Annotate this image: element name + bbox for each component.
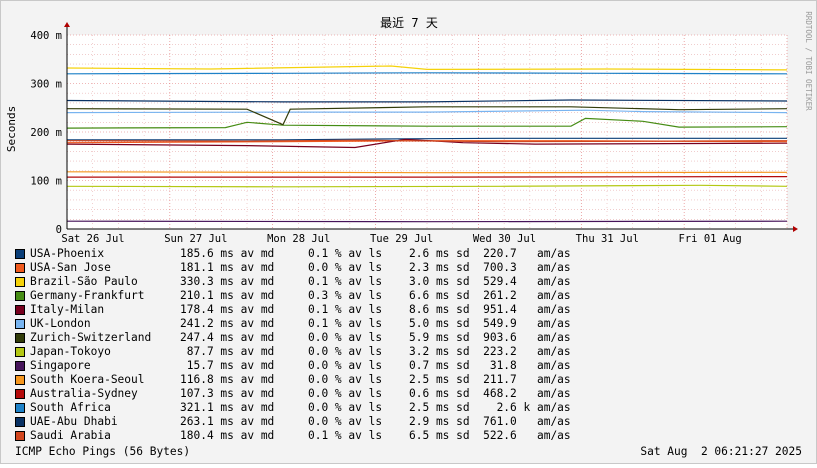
legend-swatch bbox=[15, 263, 25, 273]
legend-series-stats: 178.4 ms av md 0.1 % av ls 8.6 ms sd 951… bbox=[180, 303, 571, 316]
legend-series-name: Saudi Arabia bbox=[30, 429, 111, 442]
legend-row: Brazil-São Paulo 330.3 ms av md 0.1 % av … bbox=[15, 275, 571, 289]
legend-series-stats: 330.3 ms av md 0.1 % av ls 3.0 ms sd 529… bbox=[180, 275, 571, 288]
legend-series-stats: 180.4 ms av md 0.1 % av ls 6.5 ms sd 522… bbox=[180, 429, 571, 442]
legend-row: UAE-Abu Dhabi 263.1 ms av md 0.0 % av ls … bbox=[15, 415, 571, 429]
x-tick-label: Mon 28 Jul bbox=[267, 233, 330, 245]
legend-swatch bbox=[15, 375, 25, 385]
series-line-8 bbox=[66, 220, 788, 223]
legend-row: USA-Phoenix 185.6 ms av md 0.1 % av ls 2.… bbox=[15, 247, 571, 261]
legend-series-name: Japan-Tokoyo bbox=[30, 345, 111, 358]
x-tick-label: Wed 30 Jul bbox=[473, 233, 536, 245]
legend-row: Italy-Milan 178.4 ms av md 0.1 % av ls 8.… bbox=[15, 303, 571, 317]
legend-row: Saudi Arabia 180.4 ms av md 0.1 % av ls 6… bbox=[15, 429, 571, 443]
x-tick-label: Fri 01 Aug bbox=[679, 233, 742, 245]
legend-series-stats: 241.2 ms av md 0.1 % av ls 5.0 ms sd 549… bbox=[180, 317, 571, 330]
grid bbox=[66, 34, 788, 229]
x-tick-label: Tue 29 Jul bbox=[370, 233, 433, 245]
legend-swatch bbox=[15, 277, 25, 287]
series-line-10 bbox=[67, 176, 788, 178]
legend-series-stats: 116.8 ms av md 0.0 % av ls 2.5 ms sd 211… bbox=[180, 373, 571, 386]
legend-swatch bbox=[15, 361, 25, 371]
x-tick-label: Thu 31 Jul bbox=[576, 233, 639, 245]
y-axis-label: Seconds bbox=[5, 106, 18, 152]
legend-row: Zurich-Switzerland 247.4 ms av md 0.0 % a… bbox=[15, 331, 571, 345]
graph-frame: 最近 7 天 Seconds RRDTOOL / TOBI OETIKER 01… bbox=[0, 0, 817, 464]
legend-swatch bbox=[15, 333, 25, 343]
legend-series-stats: 321.1 ms av md 0.0 % av ls 2.5 ms sd 2.6… bbox=[180, 401, 571, 414]
legend-swatch bbox=[15, 389, 25, 399]
legend-series-name: Brazil-São Paulo bbox=[30, 275, 138, 288]
legend-swatch bbox=[15, 249, 25, 259]
legend-row: South Africa 321.1 ms av md 0.0 % av ls 2… bbox=[15, 401, 571, 415]
legend-series-name: Germany-Frankfurt bbox=[30, 289, 145, 302]
chart-title: 最近 7 天 bbox=[380, 16, 438, 30]
legend-series-stats: 247.4 ms av md 0.0 % av ls 5.9 ms sd 903… bbox=[180, 331, 571, 344]
rrdtool-watermark: RRDTOOL / TOBI OETIKER bbox=[804, 11, 813, 111]
legend-row: Japan-Tokoyo 87.7 ms av md 0.0 % av ls 3… bbox=[15, 345, 571, 359]
legend-series-name: USA-Phoenix bbox=[30, 247, 105, 260]
legend-series-name: USA-San Jose bbox=[30, 261, 111, 274]
legend-swatch bbox=[15, 403, 25, 413]
legend-row: Germany-Frankfurt 210.1 ms av md 0.3 % av… bbox=[15, 289, 571, 303]
legend-swatch bbox=[15, 347, 25, 357]
legend-series-stats: 210.1 ms av md 0.3 % av ls 6.6 ms sd 261… bbox=[180, 289, 571, 302]
legend-series-stats: 185.6 ms av md 0.1 % av ls 2.6 ms sd 220… bbox=[180, 247, 571, 260]
legend-row: UK-London 241.2 ms av md 0.1 % av ls 5.0 … bbox=[15, 317, 571, 331]
x-axis-arrow bbox=[793, 226, 798, 232]
footer-description: ICMP Echo Pings (56 Bytes) bbox=[15, 445, 191, 458]
legend-series-name: Italy-Milan bbox=[30, 303, 105, 316]
legend-swatch bbox=[15, 319, 25, 329]
legend-row: Australia-Sydney 107.3 ms av md 0.0 % av … bbox=[15, 387, 571, 401]
x-tick-label: Sat 26 Jul bbox=[61, 233, 124, 245]
legend-swatch bbox=[15, 417, 25, 427]
legend-series-name: UAE-Abu Dhabi bbox=[30, 415, 118, 428]
legend-series-stats: 15.7 ms av md 0.0 % av ls 0.7 ms sd 31.8… bbox=[180, 359, 571, 372]
legend-series-name: South Africa bbox=[30, 401, 111, 414]
footer-timestamp: Sat Aug 2 06:21:27 2025 bbox=[640, 445, 802, 458]
legend-swatch bbox=[15, 431, 25, 441]
legend-series-name: UK-London bbox=[30, 317, 91, 330]
legend-row: USA-San Jose 181.1 ms av md 0.0 % av ls 2… bbox=[15, 261, 571, 275]
legend-row: South Koera-Seoul 116.8 ms av md 0.0 % av… bbox=[15, 373, 571, 387]
y-tick-label: 200 m bbox=[30, 127, 62, 139]
legend-series-stats: 263.1 ms av md 0.0 % av ls 2.9 ms sd 761… bbox=[180, 415, 571, 428]
y-axis-arrow bbox=[64, 22, 70, 27]
y-tick-label: 300 m bbox=[30, 79, 62, 91]
legend-series-stats: 87.7 ms av md 0.0 % av ls 3.2 ms sd 223.… bbox=[180, 345, 571, 358]
legend-series-name: Australia-Sydney bbox=[30, 387, 138, 400]
legend-series-name: Zurich-Switzerland bbox=[30, 331, 152, 344]
legend-series-name: Singapore bbox=[30, 359, 91, 372]
legend: USA-Phoenix 185.6 ms av md 0.1 % av ls 2.… bbox=[15, 247, 571, 443]
legend-series-stats: 181.1 ms av md 0.0 % av ls 2.3 ms sd 700… bbox=[180, 261, 571, 274]
legend-series-name: South Koera-Seoul bbox=[30, 373, 145, 386]
legend-series-stats: 107.3 ms av md 0.0 % av ls 0.6 ms sd 468… bbox=[180, 387, 571, 400]
legend-row: Singapore 15.7 ms av md 0.0 % av ls 0.7 … bbox=[15, 359, 571, 373]
x-tick-label: Sun 27 Jul bbox=[164, 233, 227, 245]
legend-swatch bbox=[15, 291, 25, 301]
y-tick-label: 400 m bbox=[30, 30, 62, 42]
legend-swatch bbox=[15, 305, 25, 315]
y-tick-label: 100 m bbox=[30, 176, 62, 188]
